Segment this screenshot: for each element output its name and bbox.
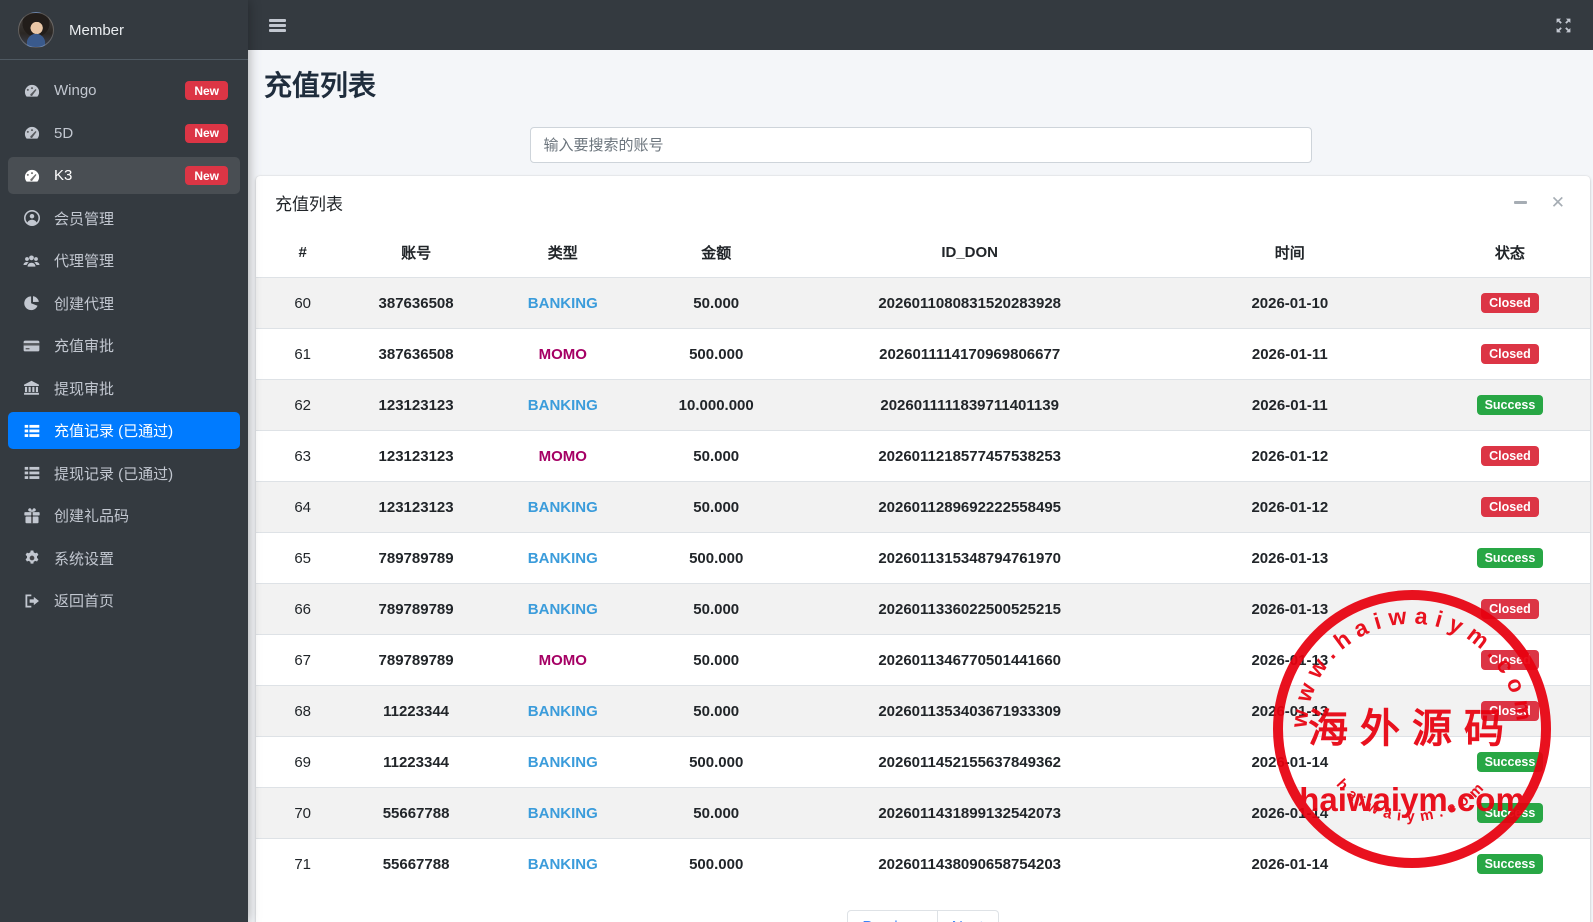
sidebar-item-item5[interactable]: 创建代理	[8, 285, 240, 322]
close-icon[interactable]: ✕	[1551, 194, 1565, 211]
signout-icon	[20, 592, 43, 610]
menu-icon[interactable]	[269, 18, 286, 32]
table-row: 62 123123123 BANKING 10.000.000 20260111…	[256, 379, 1590, 431]
avatar	[18, 12, 54, 48]
status-badge: Closed	[1481, 445, 1539, 467]
sidebar-item-item9[interactable]: 提现记录 (已通过)	[8, 455, 240, 492]
column-header: #	[298, 244, 307, 261]
sidebar-item-item4[interactable]: 代理管理	[8, 242, 240, 279]
sidebar-item-item6[interactable]: 充值审批	[8, 327, 240, 364]
card-title: 充值列表	[275, 195, 343, 214]
sidebar-item-label: 充值审批	[54, 338, 115, 355]
search-input[interactable]	[529, 127, 1312, 163]
table-row: 69 11223344 BANKING 500.000 202601145215…	[256, 736, 1590, 788]
status-badge: Closed	[1481, 598, 1539, 620]
users-icon	[20, 252, 43, 270]
recharge-list-card: 充值列表 ✕ # 账号 类型 金额 ID_DON 时间 状态 60 387636508 BA…	[256, 176, 1590, 922]
sidebar: Member Wingo New 5D New K3 New 会员管理 代理管理…	[0, 0, 248, 922]
sidebar-item-label: Wingo	[54, 82, 97, 99]
tachometer-icon	[20, 124, 43, 142]
column-header: 状态	[1494, 245, 1525, 262]
sidebar-item-item7[interactable]: 提现审批	[8, 370, 240, 407]
column-header: 时间	[1274, 245, 1305, 262]
user-icon	[20, 209, 43, 227]
sidebar-item-label: 创建礼品码	[54, 508, 130, 525]
table-row: 61 387636508 MOMO 500.000 20260111141709…	[256, 328, 1590, 380]
new-badge: New	[185, 123, 228, 143]
status-badge: Closed	[1481, 700, 1539, 722]
column-header: 金额	[701, 245, 732, 262]
card-header: 充值列表 ✕	[256, 176, 1590, 228]
column-header: 类型	[547, 245, 578, 262]
sidebar-item-item3[interactable]: 会员管理	[8, 200, 240, 237]
sidebar-item-label: 提现记录 (已通过)	[54, 465, 174, 483]
content-area: 充值列表 充值列表 ✕ # 账号 类型 金额 ID_DON 时间 状态 60 3876365…	[248, 50, 1593, 922]
table-row: 65 789789789 BANKING 500.000 20260113153…	[256, 532, 1590, 584]
sidebar-item-item11[interactable]: 系统设置	[8, 540, 240, 577]
column-header: ID_DON	[941, 244, 998, 261]
status-badge: Closed	[1481, 496, 1539, 518]
next-button[interactable]: Next	[937, 910, 999, 922]
sidebar-item-label: 提现审批	[54, 380, 115, 398]
sidebar-item-item10[interactable]: 创建礼品码	[8, 497, 240, 534]
status-badge: Success	[1476, 802, 1544, 824]
status-badge: Closed	[1481, 649, 1539, 671]
minimize-icon[interactable]	[1513, 201, 1527, 204]
table-row: 64 123123123 BANKING 50.000 202601128969…	[256, 481, 1590, 533]
status-badge: Success	[1476, 394, 1544, 416]
sidebar-item-label: 充值记录 (已通过)	[54, 423, 174, 440]
page-title: 充值列表	[264, 70, 377, 101]
credit-card-icon	[20, 337, 43, 355]
expand-icon[interactable]	[1555, 17, 1572, 34]
recharge-table: # 账号 类型 金额 ID_DON 时间 状态 60 387636508 BANKING 5…	[256, 228, 1590, 889]
table-header-row: # 账号 类型 金额 ID_DON 时间 状态	[256, 228, 1590, 278]
table-row: 60 387636508 BANKING 50.000 202601108083…	[256, 277, 1590, 329]
table-row: 68 11223344 BANKING 50.000 2026011353403…	[256, 685, 1590, 737]
status-badge: Success	[1476, 547, 1544, 569]
table-row: 71 55667788 BANKING 500.000 202601143809…	[256, 838, 1590, 889]
new-badge: New	[185, 166, 228, 185]
tachometer-icon	[20, 167, 43, 185]
gift-icon	[20, 507, 43, 525]
sidebar-item-label: 系统设置	[54, 550, 115, 568]
sidebar-item-label: 创建代理	[54, 295, 115, 313]
pie-chart-icon	[20, 294, 43, 312]
pagination: Previous Next	[256, 910, 1590, 922]
gear-icon	[20, 549, 43, 567]
sidebar-item-label: K3	[54, 167, 73, 184]
list-icon	[20, 464, 43, 482]
tachometer-icon	[20, 82, 43, 100]
previous-button[interactable]: Previous	[847, 910, 938, 922]
topbar	[248, 0, 1593, 50]
status-badge: Success	[1476, 853, 1544, 875]
sidebar-item-label: 会员管理	[54, 210, 115, 228]
status-badge: Closed	[1481, 292, 1539, 314]
table-row: 67 789789789 MOMO 50.000 202601134677050…	[256, 634, 1590, 686]
sidebar-divider	[0, 59, 248, 60]
sidebar-item-wingo[interactable]: Wingo New	[8, 72, 240, 109]
bank-icon	[20, 379, 43, 397]
sidebar-item-item8[interactable]: 充值记录 (已通过)	[8, 412, 240, 449]
sidebar-item-label: 代理管理	[54, 253, 115, 270]
table-row: 66 789789789 BANKING 50.000 202601133602…	[256, 583, 1590, 635]
table-row: 63 123123123 MOMO 50.000 202601121857745…	[256, 430, 1590, 482]
sidebar-item-item12[interactable]: 返回首页	[8, 582, 240, 619]
sidebar-item-k3[interactable]: K3 New	[8, 157, 240, 194]
new-badge: New	[185, 81, 228, 100]
sidebar-item-label: 5D	[54, 124, 74, 142]
sidebar-item-label: 返回首页	[54, 593, 115, 610]
table-row: 70 55667788 BANKING 50.000 2026011431899…	[256, 787, 1590, 839]
status-badge: Closed	[1481, 343, 1539, 365]
sidebar-user-panel[interactable]: Member	[0, 0, 248, 59]
sidebar-nav: Wingo New 5D New K3 New 会员管理 代理管理 创建代理 充…	[0, 72, 248, 619]
list-icon	[20, 422, 43, 440]
column-header: 账号	[401, 245, 432, 262]
sidebar-item-5d[interactable]: 5D New	[8, 115, 240, 152]
user-name: Member	[69, 21, 125, 39]
status-badge: Success	[1476, 751, 1544, 773]
